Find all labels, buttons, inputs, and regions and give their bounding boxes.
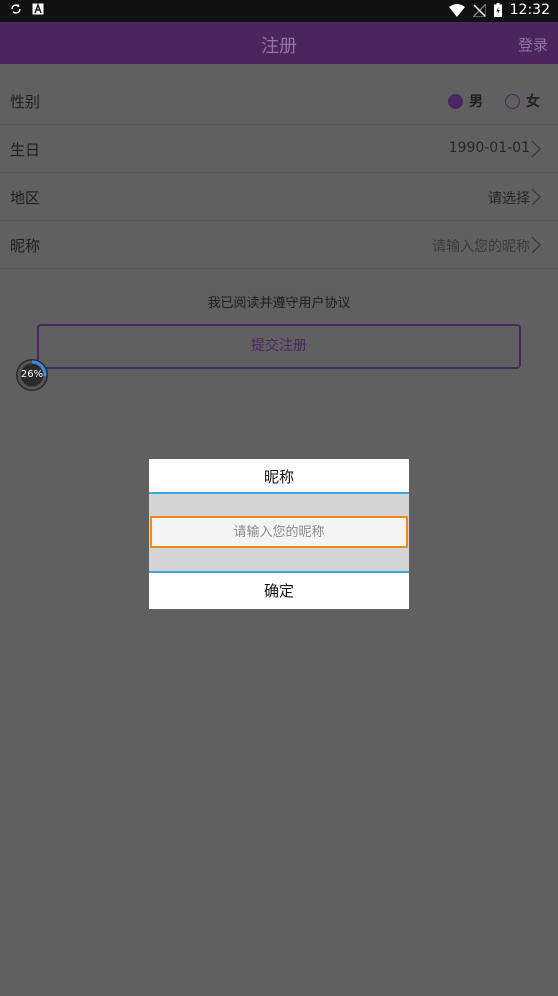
nickname-row[interactable]: 昵称 请输入您的昵称 xyxy=(0,221,558,269)
no-signal-icon xyxy=(472,3,486,17)
female-label[interactable]: 女 xyxy=(526,91,540,111)
female-radio[interactable] xyxy=(505,93,520,109)
progress-label: 26% xyxy=(20,369,44,380)
dialog-body xyxy=(149,494,409,573)
app-notification-icon xyxy=(32,3,44,15)
battery-charging-icon xyxy=(493,3,502,17)
chevron-right-icon xyxy=(531,188,541,206)
region-value: 请选择 xyxy=(488,191,530,207)
gender-row: 性别 男 女 xyxy=(0,77,558,125)
confirm-button[interactable]: 确定 xyxy=(149,575,409,609)
male-radio[interactable] xyxy=(448,93,463,109)
birthday-row[interactable]: 生日 1990-01-01 xyxy=(0,125,558,173)
gender-label: 性别 xyxy=(10,93,41,111)
app-bar: 注册 登录 xyxy=(0,22,558,64)
nickname-placeholder: 请输入您的昵称 xyxy=(432,239,530,255)
nickname-input[interactable] xyxy=(150,516,408,548)
chevron-right-icon xyxy=(531,140,541,158)
nickname-label: 昵称 xyxy=(10,237,41,255)
login-button[interactable]: 登录 xyxy=(518,34,548,55)
gender-selector: 男 女 xyxy=(448,91,540,111)
user-agreement-link[interactable]: 我已阅读并遵守用户协议 xyxy=(0,292,558,311)
submit-registration-button[interactable]: 提交注册 xyxy=(37,324,521,369)
birthday-label: 生日 xyxy=(10,141,41,159)
status-bar: 12:32 xyxy=(0,0,558,22)
sync-icon xyxy=(11,4,21,14)
region-row[interactable]: 地区 请选择 xyxy=(0,173,558,221)
page-title: 注册 xyxy=(261,36,297,57)
chevron-right-icon xyxy=(531,236,541,254)
birthday-value: 1990-01-01 xyxy=(448,140,530,156)
wifi-icon xyxy=(448,3,465,17)
clock-time: 12:32 xyxy=(509,2,550,18)
region-label: 地区 xyxy=(10,189,41,207)
male-label[interactable]: 男 xyxy=(469,91,483,111)
nickname-dialog: 昵称 确定 xyxy=(149,459,409,609)
dialog-title: 昵称 xyxy=(149,459,409,494)
